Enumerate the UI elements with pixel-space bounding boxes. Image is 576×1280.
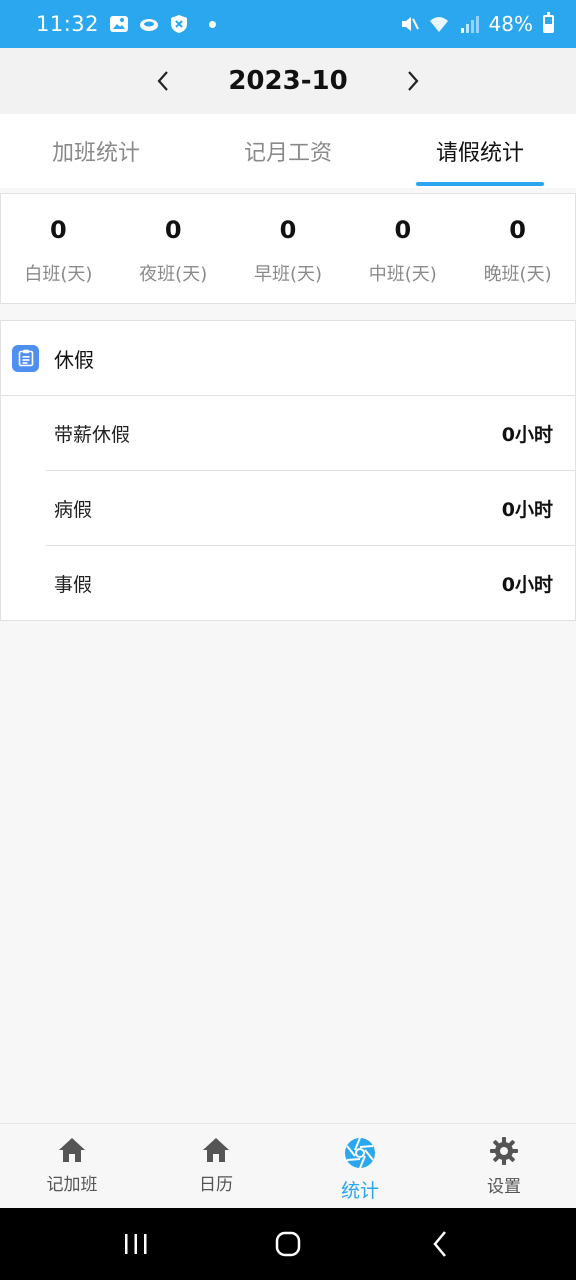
next-month-button[interactable] [393,61,433,101]
battery-icon [543,12,554,33]
home-icon [203,1138,229,1162]
leave-value: 0小时 [501,574,553,596]
home-icon [59,1138,85,1162]
chevron-right-icon [408,71,419,91]
nav-label: 统计 [340,1180,379,1202]
clipboard-icon [12,344,39,372]
aperture-icon [345,1137,375,1169]
wifi-icon [429,17,448,32]
leave-header: 休假 [1,321,575,396]
nav-statistics[interactable]: 统计 [288,1124,432,1208]
prev-month-button[interactable] [143,61,183,101]
bottom-nav: 记加班 日历 统计 设置 [0,1123,576,1208]
status-time: 11:32 [36,12,100,36]
nav-label: 记加班 [46,1175,98,1195]
chevron-left-icon [157,71,168,91]
tab-leave-stats[interactable]: 请假统计 [384,114,576,188]
summary-day-shift: 0 白班(天) [1,194,116,303]
summary-middle-shift: 0 中班(天) [345,194,460,303]
summary-value: 0 [164,216,182,244]
summary-evening-shift: 0 晚班(天) [460,194,575,303]
leave-title: 休假 [54,347,94,372]
stats-tabs: 加班统计 记月工资 请假统计 [0,114,576,188]
summary-label: 晚班(天) [483,264,552,285]
summary-label: 白班(天) [24,264,93,285]
home-circle-icon [275,1231,301,1257]
summary-label: 夜班(天) [139,264,208,285]
status-right: 48% [399,12,554,36]
back-icon [433,1231,446,1257]
leave-row-sick[interactable]: 病假 0小时 [46,471,575,546]
nav-calendar[interactable]: 日历 [144,1124,288,1208]
summary-value: 0 [509,216,526,244]
nav-settings[interactable]: 设置 [432,1124,576,1208]
month-title: 2023-10 [228,66,348,96]
leave-value: 0小时 [501,423,553,446]
mute-icon [401,17,419,31]
summary-value: 0 [279,216,297,244]
leave-name: 带薪休假 [54,423,131,446]
home-button[interactable] [258,1219,318,1269]
gear-icon [490,1137,518,1165]
leave-card: 休假 带薪休假 0小时 病假 0小时 事假 0小时 [0,320,576,621]
notification-dot [209,20,217,28]
back-button[interactable] [410,1219,470,1269]
gallery-icon [110,16,129,32]
signal-icon [460,16,479,33]
summary-value: 0 [394,216,412,244]
leave-value: 0小时 [501,498,553,521]
summary-value: 0 [50,216,67,244]
shield-icon [171,15,188,33]
summary-label: 中班(天) [368,264,437,285]
nav-label: 设置 [487,1177,521,1197]
status-bar: 11:32 48% [0,0,576,48]
battery-percent: 48% [488,12,533,36]
system-nav-bar [0,1208,576,1280]
summary-night-shift: 0 夜班(天) [116,194,231,303]
summary-label: 早班(天) [253,264,323,285]
month-selector: 2023-10 [0,48,576,114]
leave-name: 事假 [54,574,93,596]
nav-overtime[interactable]: 记加班 [0,1124,144,1208]
recent-apps-icon [125,1234,147,1254]
leave-name: 病假 [54,498,93,521]
recent-apps-button[interactable] [106,1219,166,1269]
leave-row-personal[interactable]: 事假 0小时 [46,546,575,621]
summary-morning-shift: 0 早班(天) [231,194,346,303]
cloud-app-icon [140,19,159,31]
shift-summary: 0 白班(天) 0 夜班(天) 0 早班(天) 0 中班(天) 0 晚班(天) [0,193,576,304]
tab-overtime-stats[interactable]: 加班统计 [0,114,192,188]
tab-monthly-salary[interactable]: 记月工资 [192,114,384,188]
nav-label: 日历 [199,1175,233,1195]
leave-row-paid[interactable]: 带薪休假 0小时 [46,396,575,471]
status-left: 11:32 [36,12,217,36]
